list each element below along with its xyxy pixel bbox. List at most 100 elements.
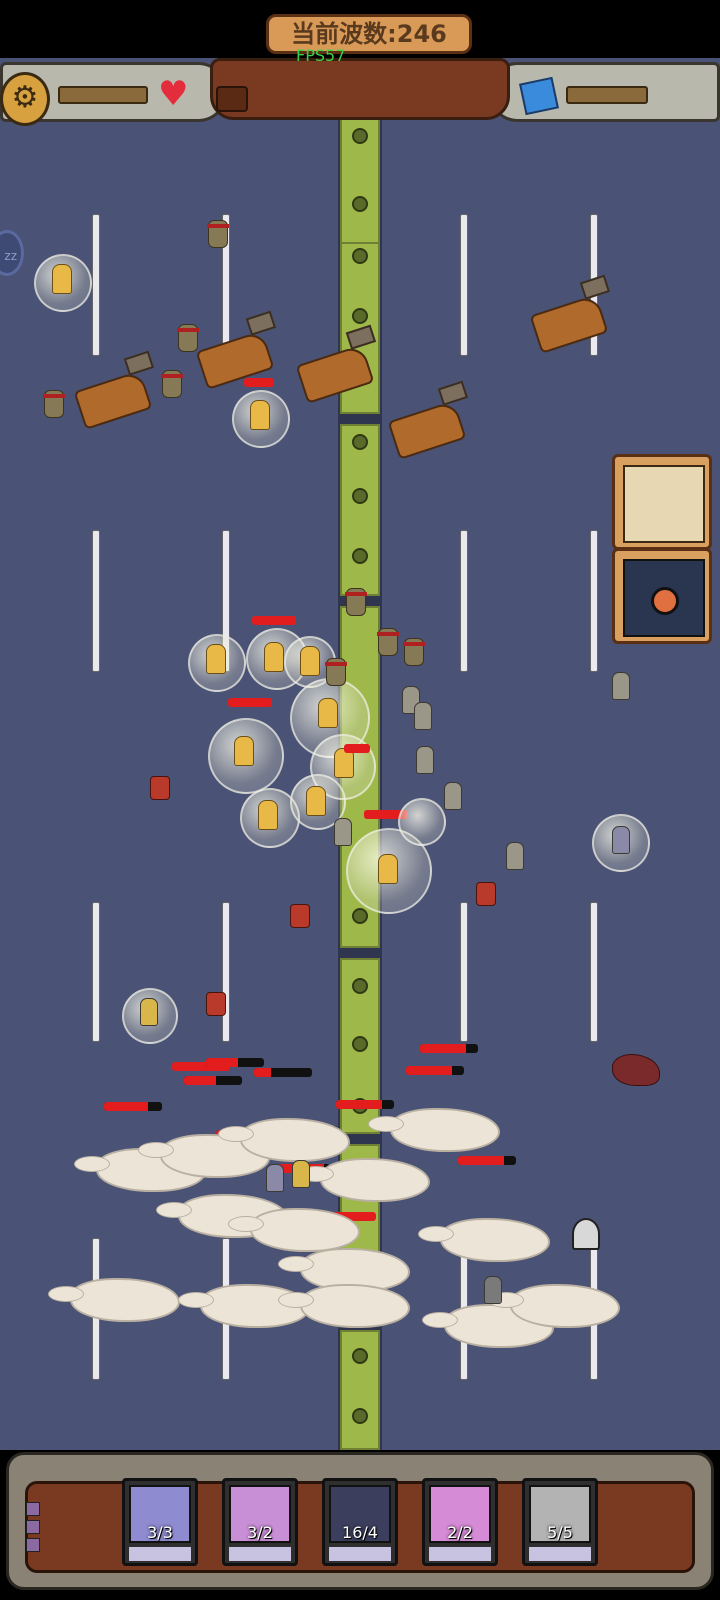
- shield-knight-unit[interactable]: [292, 1160, 310, 1188]
- equipment-strip: [229, 1547, 291, 1561]
- unit-count: 3/2: [247, 1523, 273, 1542]
- tree-icon: [352, 908, 368, 924]
- dynamite-icon: [476, 882, 496, 906]
- wolf-enemy[interactable]: [218, 1118, 350, 1162]
- soldier-enemy[interactable]: [416, 746, 434, 774]
- monk-unit[interactable]: [264, 642, 284, 672]
- lamp-post-icon: [572, 1218, 600, 1250]
- musketeer-unit[interactable]: [612, 826, 630, 854]
- archer-enemy[interactable]: [207, 220, 229, 248]
- shield-knight-unit[interactable]: [266, 1164, 284, 1192]
- unit-count: 16/4: [342, 1523, 378, 1542]
- unit-count: 2/2: [447, 1523, 473, 1542]
- health-bar: [252, 616, 296, 625]
- monk-unit[interactable]: [206, 644, 226, 674]
- monk-unit[interactable]: [378, 854, 398, 884]
- wolf-enemy[interactable]: [228, 1208, 360, 1252]
- health-bar: [244, 378, 274, 387]
- lane-marker: [92, 902, 100, 1042]
- dynamite-icon: [206, 992, 226, 1016]
- monk-unit[interactable]: [306, 786, 326, 816]
- shield-bubble: [398, 798, 446, 846]
- health-bar: [228, 698, 272, 707]
- monk-unit[interactable]: [258, 800, 278, 830]
- health-bar: [206, 1058, 264, 1067]
- wolf-enemy[interactable]: [278, 1284, 410, 1328]
- monk-unit[interactable]: [52, 264, 72, 294]
- knight-enemy[interactable]: [484, 1276, 502, 1304]
- buff-icon: [26, 1502, 40, 1516]
- equipment-strip: [529, 1547, 591, 1561]
- health-bar: [336, 1100, 394, 1109]
- unit-card-monk[interactable]: 2/2: [422, 1478, 498, 1566]
- catapult-enemy[interactable]: [73, 370, 153, 430]
- soldier-enemy[interactable]: [506, 842, 524, 870]
- tree-icon: [352, 196, 368, 212]
- buff-icon: [26, 1520, 40, 1534]
- battlefield[interactable]: [0, 58, 720, 1450]
- shield-knight-unit[interactable]: [140, 998, 158, 1026]
- monk-unit[interactable]: [250, 400, 270, 430]
- catapult-enemy[interactable]: [387, 400, 467, 460]
- health-bar: [406, 1066, 464, 1075]
- bat-enemy[interactable]: [612, 1054, 660, 1086]
- tray-buff-icons: [26, 1498, 40, 1556]
- archer-enemy[interactable]: [403, 638, 425, 666]
- wave-label: 当前波数:: [291, 20, 397, 48]
- unit-card-shield-knight[interactable]: 3/2: [222, 1478, 298, 1566]
- skill-card-bomb[interactable]: [612, 548, 712, 644]
- heart-icon: ♥: [158, 74, 189, 114]
- health-bar: [344, 744, 370, 753]
- archer-enemy[interactable]: [177, 324, 199, 352]
- lane-marker: [460, 530, 468, 672]
- tree-icon: [352, 434, 368, 450]
- unit-card-musketeer[interactable]: 3/3: [122, 1478, 198, 1566]
- lane-marker: [460, 902, 468, 1042]
- health-bar: [458, 1156, 516, 1165]
- tree-icon: [352, 128, 368, 144]
- gem-progress-bar: [566, 86, 648, 104]
- wolf-enemy[interactable]: [368, 1108, 500, 1152]
- archer-enemy[interactable]: [325, 658, 347, 686]
- dynamite-icon: [290, 904, 310, 928]
- button-dot-icon: [651, 587, 679, 615]
- wolf-enemy[interactable]: [488, 1284, 620, 1328]
- archer-enemy[interactable]: [345, 588, 367, 616]
- unit-card-archer[interactable]: 16/4: [322, 1478, 398, 1566]
- archer-enemy[interactable]: [377, 628, 399, 656]
- wolf-enemy[interactable]: [298, 1158, 430, 1202]
- monk-unit[interactable]: [300, 646, 320, 676]
- soldier-enemy[interactable]: [444, 782, 462, 810]
- equipment-strip: [329, 1547, 391, 1561]
- archer-enemy[interactable]: [161, 370, 183, 398]
- health-bar: [254, 1068, 312, 1077]
- lane-marker: [92, 214, 100, 356]
- wolf-enemy[interactable]: [418, 1218, 550, 1262]
- fps-counter: FPS57: [296, 46, 346, 65]
- tree-icon: [352, 978, 368, 994]
- equipment-strip: [429, 1547, 491, 1561]
- gear-icon[interactable]: ⚙: [0, 72, 50, 126]
- tree-icon: [352, 248, 368, 264]
- tree-icon: [352, 548, 368, 564]
- unit-card-catapult[interactable]: 5/5: [522, 1478, 598, 1566]
- soldier-enemy[interactable]: [414, 702, 432, 730]
- player-health-bar: [58, 86, 148, 104]
- skill-card-archers[interactable]: [612, 454, 712, 550]
- health-bar: [104, 1102, 162, 1111]
- tree-icon: [352, 1036, 368, 1052]
- bomb-skill-icon: [623, 559, 705, 637]
- monk-unit[interactable]: [318, 698, 338, 728]
- soldier-enemy[interactable]: [334, 818, 352, 846]
- wolf-enemy[interactable]: [48, 1278, 180, 1322]
- buff-icon: [26, 1538, 40, 1552]
- archers-skill-icon: [623, 465, 705, 543]
- equipment-strip: [129, 1547, 191, 1561]
- unit-count: 3/3: [147, 1523, 173, 1542]
- archer-enemy[interactable]: [43, 390, 65, 418]
- monk-unit[interactable]: [234, 736, 254, 766]
- health-bar: [420, 1044, 478, 1053]
- soldier-enemy[interactable]: [612, 672, 630, 700]
- lane-marker: [222, 902, 230, 1042]
- tree-icon: [352, 1348, 368, 1364]
